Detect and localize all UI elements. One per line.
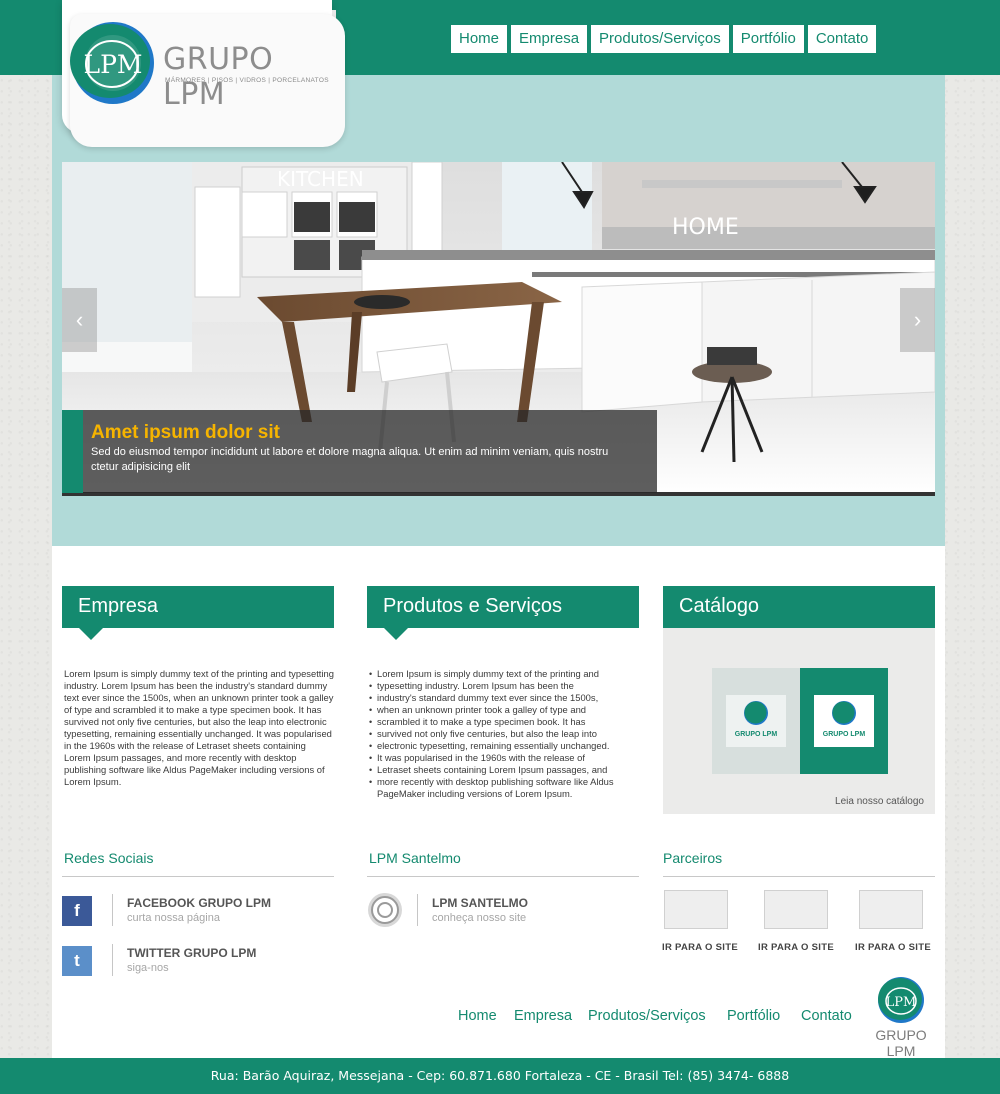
caption-accent-strip	[62, 410, 83, 493]
empresa-text: Lorem Ipsum is simply dummy text of the …	[64, 668, 334, 787]
list-item: industry's standard dummy text ever sinc…	[369, 692, 644, 704]
santelmo-item-subtitle: conheça nosso site	[432, 912, 527, 924]
caption-text: Sed do eiusmod tempor incididunt ut labo…	[91, 446, 609, 473]
scene-text-home: HOME	[672, 215, 739, 240]
catalog-mini-logo: GRUPO LPM	[814, 695, 874, 747]
parceiros-title: Parceiros	[663, 850, 723, 866]
partner-link[interactable]: IR PARA O SITE	[662, 942, 738, 953]
divider	[62, 876, 334, 877]
divider	[367, 876, 639, 877]
mini-logo-name: GRUPO LPM	[822, 731, 866, 738]
nav-produtos-servicos[interactable]: Produtos/Serviços	[591, 25, 729, 53]
logo-card[interactable]: LPM GRUPO LPM MÁRMORES | PISOS | VIDROS …	[62, 0, 345, 147]
footer-logo[interactable]: LPM GRUPO LPM MÁRMORES | PISOS | VIDROS …	[864, 976, 938, 1063]
list-item: It was popularised in the 1960s with the…	[369, 752, 644, 764]
partner-logo-placeholder[interactable]	[859, 890, 923, 929]
main-nav: Home Empresa Produtos/Serviços Portfólio…	[451, 25, 877, 53]
list-item: Letraset sheets containing Lorem Ipsum p…	[369, 764, 644, 776]
divider	[417, 894, 418, 926]
empresa-heading: Empresa	[62, 586, 334, 640]
footer-logo-monogram: LPM	[886, 995, 917, 1010]
nav-portfolio[interactable]: Portfólio	[732, 25, 804, 53]
catalog-mini-logo: GRUPO LPM	[726, 695, 786, 747]
facebook-title[interactable]: FACEBOOK GRUPO LPM	[127, 896, 271, 910]
list-item: electronic typesetting, remaining essent…	[369, 740, 644, 752]
catalog-cover-front[interactable]: GRUPO LPM	[800, 668, 888, 774]
catalogo-heading: Catálogo	[663, 586, 935, 640]
divider	[663, 876, 935, 877]
slider-caption: Amet ipsum dolor sit Sed do eiusmod temp…	[62, 410, 657, 493]
list-item: typesetting industry. Lorem Ipsum has be…	[369, 680, 644, 692]
scene-text-kitchen: KITCHEN	[277, 167, 364, 191]
footer-nav-portfolio[interactable]: Portfólio	[727, 1008, 780, 1024]
list-item: survived not only five centuries, but al…	[369, 728, 644, 740]
partner-link[interactable]: IR PARA O SITE	[855, 942, 931, 953]
facebook-subtitle: curta nossa página	[127, 912, 220, 924]
logo-emblem-icon: LPM	[70, 22, 154, 104]
list-item: scrambled it to make a type specimen boo…	[369, 716, 644, 728]
produtos-heading: Produtos e Serviços	[367, 586, 639, 640]
footer-logo-name: GRUPO LPM	[875, 1027, 927, 1059]
list-item: more recently with desktop publishing so…	[369, 776, 644, 800]
partner-link[interactable]: IR PARA O SITE	[758, 942, 834, 953]
nav-empresa[interactable]: Empresa	[511, 25, 588, 53]
footer-nav-contato[interactable]: Contato	[801, 1008, 852, 1024]
twitter-title[interactable]: TWITTER GRUPO LPM	[127, 946, 256, 960]
list-item: when an unknown printer took a galley of…	[369, 704, 644, 716]
produtos-list: Lorem Ipsum is simply dummy text of the …	[369, 668, 644, 800]
footer-nav-produtos-servicos[interactable]: Produtos/Serviços	[588, 1008, 706, 1024]
santelmo-title: LPM Santelmo	[369, 850, 461, 866]
mini-logo-icon	[744, 701, 768, 725]
divider	[112, 944, 113, 976]
catalog-link[interactable]: Leia nosso catálogo	[835, 796, 924, 807]
divider	[112, 894, 113, 926]
slider-next-icon[interactable]: ›	[900, 288, 935, 352]
logo-monogram: LPM	[83, 50, 142, 79]
address-bar: Rua: Barão Aquiraz, Messejana - Cep: 60.…	[0, 1058, 1000, 1094]
footer-logo-icon: LPM	[878, 977, 924, 1023]
redes-title: Redes Sociais	[64, 850, 154, 866]
facebook-icon[interactable]: f	[62, 896, 92, 926]
twitter-icon[interactable]: t	[62, 946, 92, 976]
santelmo-logo-icon[interactable]	[367, 892, 403, 928]
nav-contato[interactable]: Contato	[807, 25, 877, 53]
mini-logo-icon	[832, 701, 856, 725]
catalog-cover-back[interactable]: GRUPO LPM	[712, 668, 800, 774]
list-item: Lorem Ipsum is simply dummy text of the …	[369, 668, 644, 680]
logo-tagline: MÁRMORES | PISOS | VIDROS | PORCELANATOS	[165, 77, 329, 84]
catalog-box: GRUPO LPM GRUPO LPM Leia nosso catálogo	[663, 628, 935, 814]
caption-title: Amet ipsum dolor sit	[91, 422, 280, 443]
partner-logo-placeholder[interactable]	[764, 890, 828, 929]
nav-home[interactable]: Home	[451, 25, 508, 53]
footer-nav-home[interactable]: Home	[458, 1008, 497, 1024]
mini-logo-name: GRUPO LPM	[734, 731, 778, 738]
partner-logo-placeholder[interactable]	[664, 890, 728, 929]
twitter-subtitle: siga-nos	[127, 962, 169, 974]
santelmo-item-title[interactable]: LPM SANTELMO	[432, 896, 528, 910]
footer-nav-empresa[interactable]: Empresa	[514, 1008, 572, 1024]
slider-prev-icon[interactable]: ‹	[62, 288, 97, 352]
